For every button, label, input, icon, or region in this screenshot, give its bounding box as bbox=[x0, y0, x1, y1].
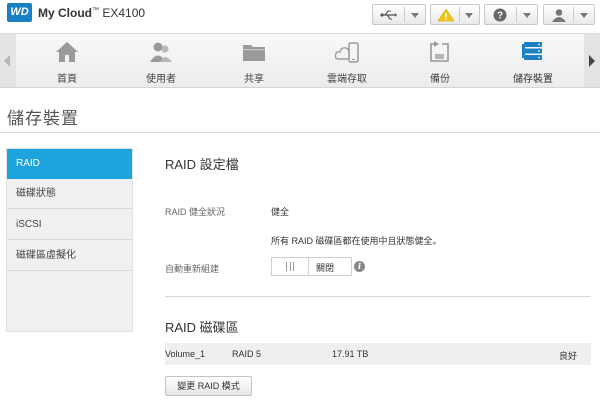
divider bbox=[0, 132, 600, 133]
warning-icon bbox=[437, 8, 455, 22]
info-icon[interactable]: i bbox=[354, 261, 365, 272]
alerts-button[interactable] bbox=[430, 4, 480, 25]
wd-logo: WD bbox=[7, 3, 32, 22]
sidebar-item-raid[interactable]: RAID bbox=[7, 149, 132, 179]
nav-item-home[interactable]: 首頁 bbox=[24, 34, 110, 87]
nav-item-users[interactable]: 使用者 bbox=[118, 34, 204, 87]
top-bar: WD My Cloud™ EX4100 ? bbox=[0, 0, 600, 30]
auto-rebuild-state: 關閉 bbox=[316, 263, 335, 273]
auto-rebuild-label: 自動重新組建 bbox=[165, 264, 220, 274]
nav-item-label: 首頁 bbox=[57, 74, 77, 85]
nav-scroll-left-button[interactable] bbox=[0, 34, 16, 87]
nav-item-storage[interactable]: 儲存裝置 bbox=[490, 34, 576, 87]
home-icon bbox=[56, 42, 78, 62]
chevron-left-icon bbox=[4, 55, 10, 67]
auto-rebuild-toggle[interactable]: 關閉 bbox=[271, 257, 352, 276]
sidebar: RAID 磁碟狀態 iSCSI 磁碟區虛擬化 bbox=[6, 148, 133, 332]
chevron-right-icon bbox=[589, 55, 595, 67]
chevron-down-icon bbox=[465, 13, 473, 18]
brand-name: My Cloud bbox=[38, 6, 92, 20]
raid-profile-title: RAID 設定檔 bbox=[165, 157, 239, 172]
sidebar-item-disk-status[interactable]: 磁碟狀態 bbox=[7, 179, 132, 209]
main-nav: 首頁 使用者 共享 雲端存取 備份 儲存裝置 bbox=[0, 33, 600, 88]
nav-item-label: 儲存裝置 bbox=[513, 74, 553, 85]
nav-scroll-right-button[interactable] bbox=[584, 34, 600, 87]
nav-item-cloud-access[interactable]: 雲端存取 bbox=[304, 34, 390, 87]
raid-health-value: 健全 bbox=[271, 207, 290, 217]
folder-icon bbox=[243, 45, 265, 61]
divider bbox=[165, 296, 591, 297]
brand-tm: ™ bbox=[92, 7, 99, 14]
storage-icon bbox=[522, 42, 542, 60]
chevron-down-icon bbox=[523, 13, 531, 18]
brand-title: My Cloud™ EX4100 bbox=[38, 6, 145, 20]
page-title: 儲存裝置 bbox=[7, 109, 79, 128]
user-button[interactable] bbox=[543, 4, 595, 25]
nav-item-shares[interactable]: 共享 bbox=[211, 34, 297, 87]
svg-text:?: ? bbox=[497, 11, 503, 22]
users-icon bbox=[150, 42, 172, 62]
nav-item-backup[interactable]: 備份 bbox=[397, 34, 483, 87]
usb-button[interactable] bbox=[372, 4, 426, 25]
sidebar-item-volume-virtualization[interactable]: 磁碟區虛擬化 bbox=[7, 241, 132, 271]
volume-status: 良好 bbox=[559, 351, 578, 361]
usb-icon bbox=[380, 10, 397, 20]
nav-item-label: 雲端存取 bbox=[327, 74, 367, 85]
raid-health-label: RAID 健全狀況 bbox=[165, 207, 226, 217]
nav-item-label: 使用者 bbox=[146, 74, 176, 85]
nav-item-label: 共享 bbox=[244, 74, 264, 85]
user-icon bbox=[552, 9, 566, 22]
volume-name: Volume_1 bbox=[165, 349, 206, 359]
raid-health-note: 所有 RAID 磁碟區都在使用中且狀態健全。 bbox=[271, 236, 442, 246]
backup-icon bbox=[430, 41, 449, 62]
toggle-grip-icon bbox=[286, 262, 294, 271]
raid-volumes-title: RAID 磁碟區 bbox=[165, 320, 239, 335]
help-icon: ? bbox=[493, 8, 507, 22]
help-button[interactable]: ? bbox=[484, 4, 538, 25]
cloud-device-icon bbox=[335, 42, 359, 63]
change-raid-mode-button[interactable]: 變更 RAID 模式 bbox=[165, 376, 252, 396]
volume-size: 17.91 TB bbox=[332, 349, 369, 359]
chevron-down-icon bbox=[580, 13, 588, 18]
nav-item-label: 備份 bbox=[430, 74, 450, 85]
table-row[interactable]: Volume_1 RAID 5 17.91 TB 良好 bbox=[165, 343, 591, 365]
chevron-down-icon bbox=[411, 13, 419, 18]
volume-raid-level: RAID 5 bbox=[232, 349, 262, 359]
model-name: EX4100 bbox=[102, 6, 146, 20]
sidebar-item-iscsi[interactable]: iSCSI bbox=[7, 210, 132, 240]
